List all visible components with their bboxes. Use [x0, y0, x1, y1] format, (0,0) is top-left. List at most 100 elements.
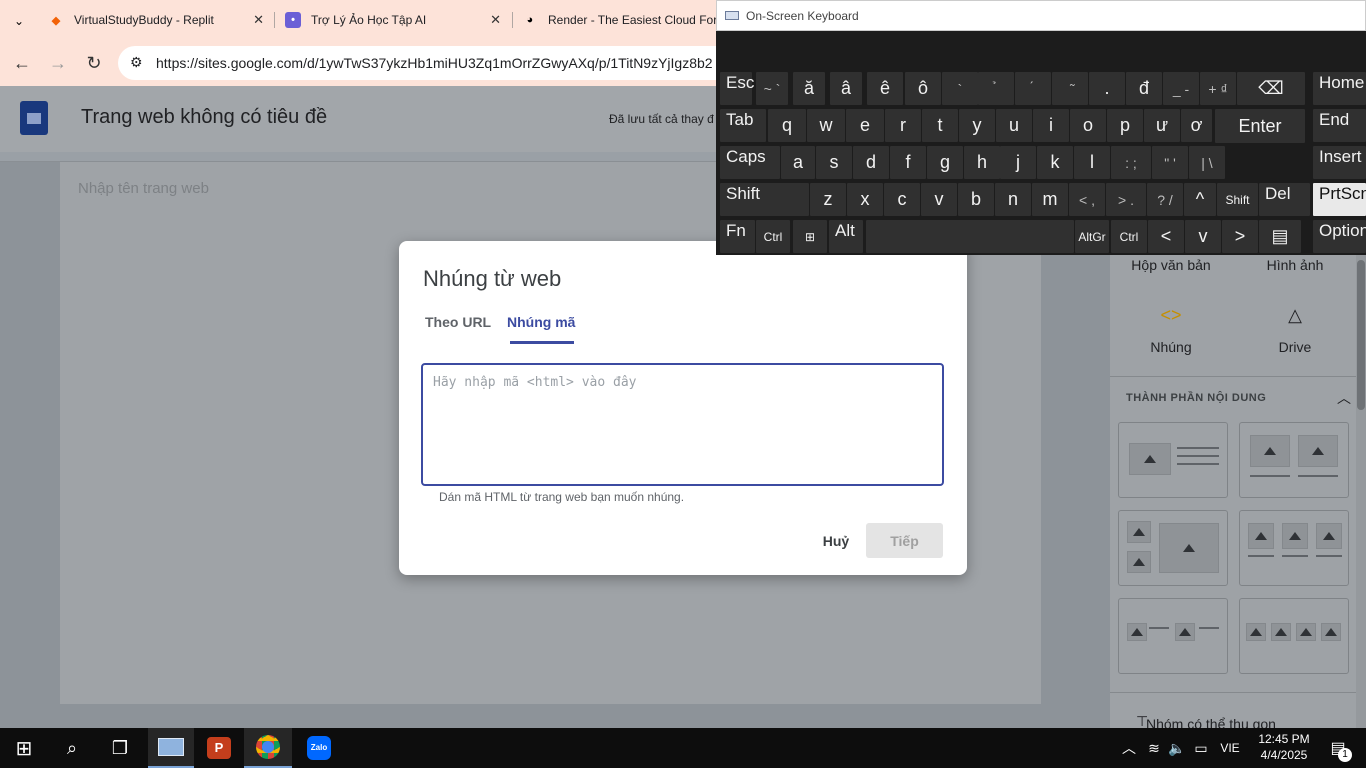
osk-key[interactable]: ̃ [1052, 72, 1088, 105]
osk-key[interactable]: e [846, 109, 884, 142]
osk-key[interactable]: ô [905, 72, 941, 105]
osk-key[interactable]: v [921, 183, 957, 216]
layout-tile-four-images[interactable] [1239, 598, 1349, 674]
osk-key[interactable]: . [1089, 72, 1125, 105]
osk-key[interactable]: < , [1069, 183, 1105, 216]
embed-code-input[interactable] [421, 363, 944, 486]
osk-key[interactable]: b [958, 183, 994, 216]
osk-key[interactable]: < [1148, 220, 1184, 253]
osk-key[interactable]: ư [1144, 109, 1180, 142]
embed-code-icon[interactable]: <> [1111, 305, 1231, 326]
osk-key[interactable]: PrtScn [1313, 183, 1366, 216]
osk-key[interactable]: ~ ` [756, 72, 788, 105]
osk-key[interactable]: k [1037, 146, 1073, 179]
insert-drive-label[interactable]: Drive [1235, 339, 1355, 355]
osk-key[interactable]: End [1313, 109, 1366, 142]
osk-title-bar[interactable]: On-Screen Keyboard [716, 0, 1366, 31]
osk-key[interactable]: ⌫ [1237, 72, 1305, 105]
osk-key[interactable]: ́ [1015, 72, 1051, 105]
battery-icon[interactable]: ▭ [1190, 728, 1212, 768]
site-title[interactable]: Trang web không có tiêu đề [81, 106, 327, 129]
chrome-icon[interactable] [244, 728, 292, 768]
osk-key[interactable]: y [959, 109, 995, 142]
osk-key[interactable]: â [830, 72, 862, 105]
osk-key[interactable]: Esc [720, 72, 754, 105]
osk-key[interactable]: ? / [1147, 183, 1183, 216]
layout-tile-two-images[interactable] [1239, 422, 1349, 498]
osk-key[interactable]: Home [1313, 72, 1366, 105]
osk-key[interactable]: Alt [829, 220, 863, 253]
google-sites-logo-icon[interactable] [20, 101, 48, 135]
powerpoint-icon[interactable]: P [196, 728, 242, 768]
insert-text-box-label[interactable]: Hộp văn bản [1111, 257, 1231, 273]
osk-key[interactable]: i [1033, 109, 1069, 142]
tab-embed-code[interactable]: Nhúng mã [507, 314, 575, 330]
osk-key[interactable]: Shift [1217, 183, 1258, 216]
osk-key[interactable]: m [1032, 183, 1068, 216]
osk-key[interactable]: Ctrl [756, 220, 790, 253]
osk-key[interactable]: AltGr [1075, 220, 1109, 253]
osk-key[interactable]: " ' [1152, 146, 1188, 179]
osk-key[interactable]: ê [867, 72, 903, 105]
osk-key[interactable]: p [1107, 109, 1143, 142]
osk-key[interactable]: : ; [1111, 146, 1151, 179]
osk-key[interactable]: đ [1126, 72, 1162, 105]
osk-key[interactable]: x [847, 183, 883, 216]
tab-replit[interactable]: ◆ VirtualStudyBuddy - Replit ✕ [48, 0, 268, 40]
osk-key[interactable]: a [781, 146, 815, 179]
back-arrow-icon[interactable]: ← [7, 48, 37, 78]
osk-key[interactable]: ă [793, 72, 825, 105]
osk-key[interactable]: g [927, 146, 963, 179]
task-view-icon[interactable]: ❐ [96, 728, 144, 768]
volume-icon[interactable]: 🔈 [1166, 728, 1188, 768]
tab-render[interactable]: ◕ Render - The Easiest Cloud For A [522, 0, 716, 40]
insert-image-label[interactable]: Hình ảnh [1235, 257, 1355, 273]
osk-key[interactable]: Del [1259, 183, 1310, 216]
osk-key[interactable]: Options [1313, 220, 1366, 253]
osk-key[interactable]: > . [1106, 183, 1146, 216]
osk-key[interactable]: r [885, 109, 921, 142]
layout-tile-image-text[interactable] [1118, 422, 1228, 498]
osk-key[interactable]: ^ [1184, 183, 1216, 216]
close-tab-icon[interactable]: ✕ [253, 12, 264, 28]
language-indicator[interactable]: VIE [1214, 728, 1246, 768]
osk-key[interactable]: ⊞ [793, 220, 827, 253]
osk-key[interactable]: l [1074, 146, 1110, 179]
osk-key[interactable]: w [807, 109, 845, 142]
osk-key[interactable]: t [922, 109, 958, 142]
tab-ai-assistant[interactable]: • Trợ Lý Ảo Học Tập AI ✕ [285, 0, 505, 40]
show-hidden-icons-chevron-icon[interactable]: ︿ [1118, 728, 1140, 768]
layout-tile-image-text-pairs[interactable] [1118, 598, 1228, 674]
osk-key[interactable]: | \ [1189, 146, 1225, 179]
cancel-button[interactable]: Huỷ [812, 523, 860, 558]
osk-key[interactable]: s [816, 146, 852, 179]
osk-key[interactable]: u [996, 109, 1032, 142]
osk-key[interactable]: Caps [720, 146, 780, 179]
osk-key[interactable]: z [810, 183, 846, 216]
osk-key[interactable]: ơ [1181, 109, 1212, 142]
layout-tile-image-grid[interactable] [1118, 510, 1228, 586]
osk-taskbar-icon[interactable] [148, 728, 194, 768]
windows-start-icon[interactable]: ⊞ [0, 728, 48, 768]
osk-key[interactable]: Ctrl [1111, 220, 1147, 253]
chevron-up-icon[interactable]: ︿ [1337, 388, 1351, 408]
osk-key[interactable]: v [1185, 220, 1221, 253]
osk-key[interactable]: ▤ [1259, 220, 1301, 253]
osk-key[interactable]: n [995, 183, 1031, 216]
address-bar[interactable]: ⚙ https://sites.google.com/d/1ywTwS37ykz… [118, 46, 738, 80]
notification-center-icon[interactable]: ▤ 1 [1318, 728, 1358, 768]
osk-key[interactable]: d [853, 146, 889, 179]
osk-key[interactable]: h [964, 146, 1000, 179]
osk-key[interactable]: > [1222, 220, 1258, 253]
tab-by-url[interactable]: Theo URL [425, 314, 491, 330]
osk-key[interactable]: Insert [1313, 146, 1366, 179]
search-icon[interactable]: ⌕ [48, 728, 96, 768]
network-icon[interactable]: ≋ [1142, 728, 1166, 768]
site-info-icon[interactable]: ⚙ [130, 54, 143, 71]
close-tab-icon[interactable]: ✕ [490, 12, 501, 28]
osk-key[interactable]: Enter [1215, 109, 1305, 143]
osk-key[interactable]: + ₫ [1200, 72, 1236, 105]
osk-key[interactable]: o [1070, 109, 1106, 142]
page-name-placeholder[interactable]: Nhập tên trang web [78, 180, 209, 197]
layout-tile-three-images[interactable] [1239, 510, 1349, 586]
